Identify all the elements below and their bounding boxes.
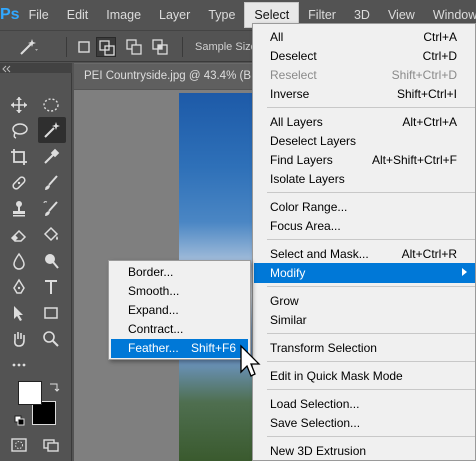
eraser-tool-icon[interactable] xyxy=(6,223,32,247)
menu-separator xyxy=(267,389,475,390)
menu-separator xyxy=(267,361,475,362)
submenu-arrow-icon xyxy=(462,268,467,276)
dodge-tool-icon[interactable] xyxy=(38,249,64,273)
paint-bucket-icon[interactable] xyxy=(38,223,64,247)
subtract-from-selection-icon[interactable] xyxy=(124,37,144,57)
submenu-item-border[interactable]: Border... xyxy=(111,263,248,282)
zoom-tool-icon[interactable] xyxy=(38,327,64,351)
menu-separator xyxy=(267,192,475,193)
quick-selection-tool-icon[interactable] xyxy=(38,117,66,143)
menu-item-inverse[interactable]: Inverse Shift+Ctrl+I xyxy=(254,84,475,104)
tools-panel xyxy=(0,63,72,461)
options-divider xyxy=(182,37,183,57)
menu-item-color-range[interactable]: Color Range... xyxy=(254,197,475,217)
history-brush-icon[interactable] xyxy=(38,197,64,221)
quick-mask-icon[interactable] xyxy=(6,433,32,457)
move-tool-icon[interactable] xyxy=(6,93,32,117)
menu-item-reselect[interactable]: Reselect Shift+Ctrl+D xyxy=(254,65,475,85)
submenu-item-smooth[interactable]: Smooth... xyxy=(111,282,248,301)
menu-item-isolate-layers[interactable]: Isolate Layers xyxy=(254,169,475,189)
rectangle-tool-icon[interactable] xyxy=(38,301,64,325)
menu-item-modify[interactable]: Modify xyxy=(254,263,475,283)
sample-size-label: Sample Size: xyxy=(195,41,260,53)
menu-type[interactable]: Type xyxy=(199,0,244,30)
type-tool-icon[interactable] xyxy=(38,275,64,299)
menu-item-load-selection[interactable]: Load Selection... xyxy=(254,394,475,414)
modify-submenu: Border... Smooth... Expand... Contract..… xyxy=(108,260,251,360)
default-colors-icon[interactable] xyxy=(14,415,26,430)
menu-separator xyxy=(267,333,475,334)
menu-file[interactable]: File xyxy=(20,0,58,30)
select-menu-dropdown: All Ctrl+A Deselect Ctrl+D Reselect Shift+C… xyxy=(252,23,476,461)
brush-tool-icon[interactable] xyxy=(38,171,64,195)
menu-item-grow[interactable]: Grow xyxy=(254,291,475,311)
quick-select-tool-icon[interactable] xyxy=(18,37,38,57)
menu-separator xyxy=(267,107,475,108)
menu-item-similar[interactable]: Similar xyxy=(254,310,475,330)
menu-item-all[interactable]: All Ctrl+A xyxy=(254,27,475,47)
menu-item-quick-mask[interactable]: Edit in Quick Mask Mode xyxy=(254,366,475,386)
menu-image[interactable]: Image xyxy=(97,0,150,30)
tools-panel-header[interactable] xyxy=(0,63,72,73)
menu-item-focus-area[interactable]: Focus Area... xyxy=(254,216,475,236)
menu-separator xyxy=(267,286,475,287)
menu-layer[interactable]: Layer xyxy=(150,0,199,30)
menu-item-transform-selection[interactable]: Transform Selection xyxy=(254,338,475,358)
crop-tool-icon[interactable] xyxy=(6,145,32,169)
options-divider xyxy=(66,37,67,57)
menu-item-find-layers[interactable]: Find Layers Alt+Shift+Ctrl+F xyxy=(254,150,475,170)
menu-item-deselect[interactable]: Deselect Ctrl+D xyxy=(254,46,475,66)
photoshop-logo: Ps xyxy=(0,6,20,23)
marquee-tool-icon[interactable] xyxy=(38,93,64,117)
pen-tool-icon[interactable] xyxy=(6,275,32,299)
menu-separator xyxy=(267,436,475,437)
lasso-tool-icon[interactable] xyxy=(6,119,32,143)
menu-separator xyxy=(267,239,475,240)
menu-item-new-3d-extrusion[interactable]: New 3D Extrusion xyxy=(254,441,475,461)
swap-colors-icon[interactable] xyxy=(48,381,60,396)
healing-brush-icon[interactable] xyxy=(6,171,32,195)
mouse-pointer-icon xyxy=(239,344,263,380)
submenu-item-feather[interactable]: Feather... Shift+F6 xyxy=(111,339,248,358)
submenu-item-expand[interactable]: Expand... xyxy=(111,301,248,320)
menu-edit[interactable]: Edit xyxy=(58,0,98,30)
menu-item-all-layers[interactable]: All Layers Alt+Ctrl+A xyxy=(254,112,475,132)
document-tab[interactable]: PEI Countryside.jpg @ 43.4% (B... xyxy=(74,63,254,89)
submenu-item-contract[interactable]: Contract... xyxy=(111,320,248,339)
screen-mode-icon[interactable] xyxy=(38,433,64,457)
blur-tool-icon[interactable] xyxy=(6,249,32,273)
menu-item-deselect-layers[interactable]: Deselect Layers xyxy=(254,131,475,151)
more-tools-icon[interactable] xyxy=(6,353,32,377)
new-selection-icon[interactable] xyxy=(74,37,94,57)
eyedropper-tool-icon[interactable] xyxy=(38,145,64,169)
intersect-selection-icon[interactable] xyxy=(150,37,170,57)
clone-stamp-icon[interactable] xyxy=(6,197,32,221)
menu-item-save-selection[interactable]: Save Selection... xyxy=(254,413,475,433)
menu-item-select-and-mask[interactable]: Select and Mask... Alt+Ctrl+R xyxy=(254,244,475,264)
foreground-color-swatch[interactable] xyxy=(18,381,42,405)
path-selection-icon[interactable] xyxy=(6,301,32,325)
hand-tool-icon[interactable] xyxy=(6,327,32,351)
add-to-selection-icon[interactable] xyxy=(96,37,116,57)
